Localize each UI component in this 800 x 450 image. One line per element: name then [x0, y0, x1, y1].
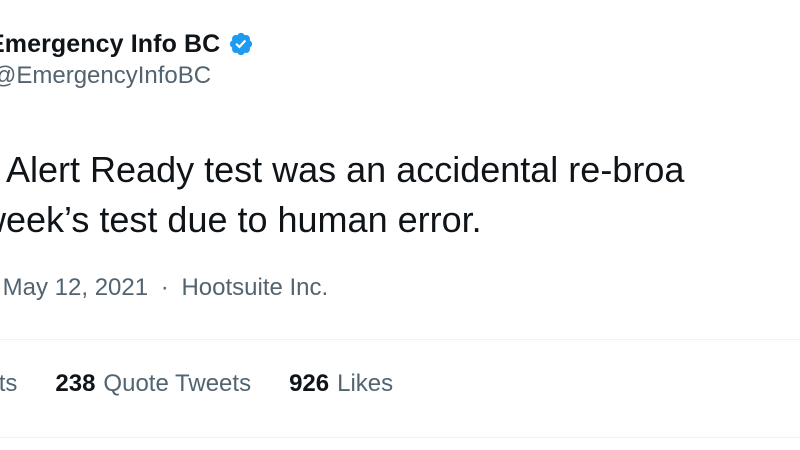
divider — [0, 339, 800, 340]
meta-separator: · — [160, 274, 169, 301]
author-display-name[interactable]: Emergency Info BC — [0, 30, 220, 59]
tweet-meta: · May 12, 2021 · Hootsuite Inc. — [0, 274, 329, 302]
tweet-stats: eets 238 Quote Tweets 926 Likes — [0, 370, 431, 398]
tweet-body-line: s Alert Ready test was an accidental re-… — [0, 149, 685, 190]
likes-stat[interactable]: 926 Likes — [289, 370, 393, 398]
tweet-card: Emergency Info BC @EmergencyInfoBC s Ale… — [0, 0, 800, 450]
likes-label: Likes — [337, 370, 394, 397]
tweet-date[interactable]: May 12, 2021 — [3, 274, 148, 301]
likes-count: 926 — [289, 370, 330, 397]
tweet-body-line: week’s test due to human error. — [0, 199, 482, 240]
tweet-body: s Alert Ready test was an accidental re-… — [0, 145, 800, 245]
verified-badge-icon — [230, 32, 253, 56]
author-name-row[interactable]: Emergency Info BC — [0, 24, 800, 64]
retweets-stat[interactable]: eets — [0, 370, 17, 398]
tweet-header: Emergency Info BC @EmergencyInfoBC — [0, 24, 800, 90]
retweets-label: eets — [0, 370, 18, 397]
quote-tweets-stat[interactable]: 238 Quote Tweets — [55, 370, 251, 398]
divider — [0, 437, 800, 438]
author-handle[interactable]: @EmergencyInfoBC — [0, 62, 800, 90]
quote-tweets-count: 238 — [55, 370, 96, 397]
tweet-source[interactable]: Hootsuite Inc. — [181, 274, 328, 301]
quote-tweets-label: Quote Tweets — [103, 370, 252, 397]
